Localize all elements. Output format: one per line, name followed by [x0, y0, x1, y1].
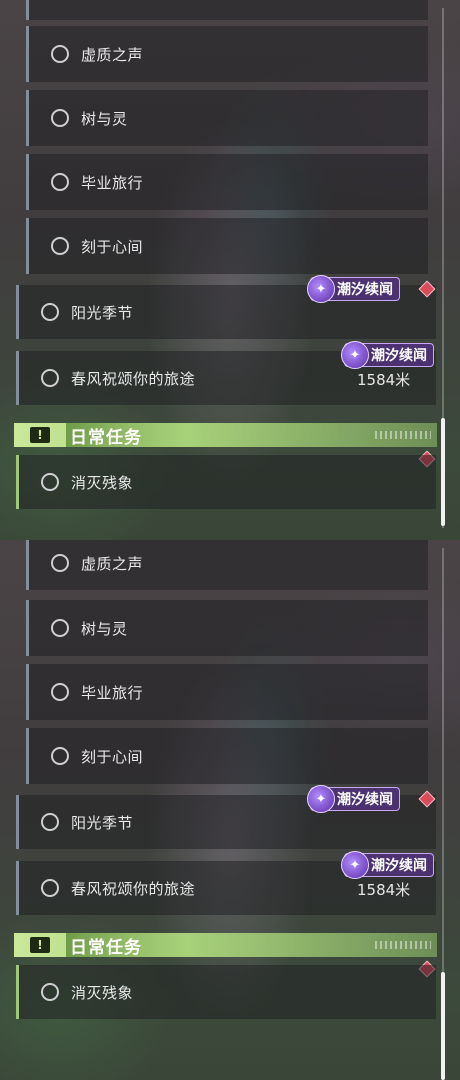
quest-label: 虚质之声 — [81, 554, 144, 573]
quest-item[interactable]: 虚质之声 — [26, 540, 428, 590]
circle-icon — [41, 473, 59, 491]
quest-label: 消灭残象 — [71, 473, 134, 492]
scrollbar-thumb[interactable] — [441, 972, 445, 1080]
sparkle-icon: ✦ — [341, 341, 369, 369]
scrollbar-thumb[interactable] — [441, 418, 445, 526]
quest-item[interactable]: 树与灵 — [26, 600, 428, 656]
distance-label: 1584米 — [357, 371, 411, 389]
sparkle-icon: ✦ — [341, 851, 369, 879]
quest-tracker-panel: 虚质之声 树与灵 毕业旅行 刻于心间 阳光季节 ✦ 潮汐续闻 春风祝颂你的旅途 … — [0, 540, 460, 1080]
quest-label: 毕业旅行 — [81, 683, 144, 702]
quest-label: 阳光季节 — [71, 813, 134, 832]
quest-tracker-panel: 虚质之声 树与灵 毕业旅行 刻于心间 阳光季节 ✦ 潮汐续闻 春风祝颂你的旅途 … — [0, 0, 460, 540]
sparkle-icon: ✦ — [307, 785, 335, 813]
circle-icon — [41, 813, 59, 831]
tide-event-badge: ✦ 潮汐续闻 — [341, 341, 434, 369]
distance-label: 1584米 — [357, 881, 411, 899]
circle-icon — [51, 554, 69, 572]
decorative-stripes — [375, 431, 431, 439]
quest-label: 虚质之声 — [81, 45, 144, 64]
circle-icon — [51, 45, 69, 63]
quest-item[interactable]: 毕业旅行 — [26, 664, 428, 720]
quest-item-partial[interactable] — [26, 0, 428, 20]
badge-label: 潮汐续闻 — [371, 348, 427, 364]
tide-event-badge: ✦ 潮汐续闻 — [341, 851, 434, 879]
tide-event-badge: ✦ 潮汐续闻 — [307, 785, 400, 813]
circle-icon — [51, 173, 69, 191]
circle-icon — [51, 683, 69, 701]
daily-quest-item[interactable]: 消灭残象 — [16, 965, 436, 1019]
quest-label: 树与灵 — [81, 109, 128, 128]
quest-label: 树与灵 — [81, 619, 128, 638]
circle-icon — [51, 237, 69, 255]
daily-tasks-header[interactable]: ! 日常任务 — [14, 933, 437, 958]
quest-item[interactable]: 虚质之声 — [26, 26, 428, 82]
badge-label: 潮汐续闻 — [337, 282, 393, 298]
daily-tasks-title: 日常任务 — [70, 427, 142, 448]
decorative-stripes — [375, 941, 431, 949]
quest-label: 刻于心间 — [81, 747, 144, 766]
tide-event-badge: ✦ 潮汐续闻 — [307, 275, 400, 303]
circle-icon — [51, 109, 69, 127]
quest-label: 消灭残象 — [71, 983, 134, 1002]
badge-label: 潮汐续闻 — [337, 792, 393, 808]
quest-label: 刻于心间 — [81, 237, 144, 256]
daily-tasks-title: 日常任务 — [70, 937, 142, 958]
quest-label: 春风祝颂你的旅途 — [71, 879, 196, 898]
badge-label: 潮汐续闻 — [371, 858, 427, 874]
quest-item[interactable]: 树与灵 — [26, 90, 428, 146]
daily-tasks-header[interactable]: ! 日常任务 — [14, 423, 437, 448]
circle-icon — [41, 879, 59, 897]
circle-icon — [41, 303, 59, 321]
quest-label: 阳光季节 — [71, 303, 134, 322]
quest-label: 春风祝颂你的旅途 — [71, 369, 196, 388]
alert-icon: ! — [30, 937, 50, 953]
quest-label: 毕业旅行 — [81, 173, 144, 192]
alert-icon: ! — [30, 427, 50, 443]
sparkle-icon: ✦ — [307, 275, 335, 303]
quest-item[interactable]: 刻于心间 — [26, 218, 428, 274]
daily-quest-item[interactable]: 消灭残象 — [16, 455, 436, 509]
circle-icon — [41, 369, 59, 387]
quest-item[interactable]: 刻于心间 — [26, 728, 428, 784]
circle-icon — [51, 747, 69, 765]
circle-icon — [51, 619, 69, 637]
quest-item[interactable]: 毕业旅行 — [26, 154, 428, 210]
circle-icon — [41, 983, 59, 1001]
